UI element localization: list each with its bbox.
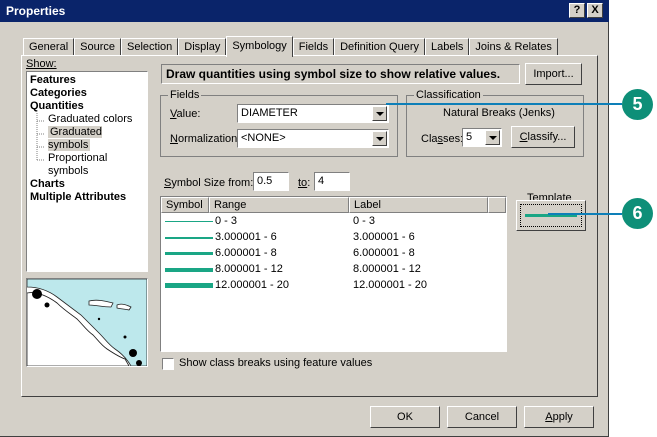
class-breaks-table: Symbol Range Label 0 - 3 0 - 3 3.000001 … <box>160 196 507 352</box>
label-cell: 12.000001 - 20 <box>353 279 428 291</box>
classes-dropdown-text: 5 <box>466 131 473 143</box>
ok-button[interactable]: OK <box>370 406 440 428</box>
tab-source[interactable]: Source <box>74 38 121 56</box>
tree-item-multiple-attributes[interactable]: Multiple Attributes <box>30 191 147 204</box>
tab-fields[interactable]: Fields <box>292 38 335 56</box>
label-cell: 8.000001 - 12 <box>353 263 421 275</box>
symbol-line <box>165 268 213 272</box>
cancel-button[interactable]: Cancel <box>447 406 517 428</box>
label-cell: 3.000001 - 6 <box>353 231 415 243</box>
normalization-dropdown[interactable]: <NONE> <box>237 129 389 148</box>
chevron-down-icon[interactable] <box>372 131 387 146</box>
tree-item-label: Graduated colors <box>48 113 133 125</box>
tab-definition-query[interactable]: Definition Query <box>334 38 425 56</box>
tab-joins-relates[interactable]: Joins & Relates <box>469 38 558 56</box>
tab-strip: General Source Selection Display Symbolo… <box>23 36 558 57</box>
tab-selection[interactable]: Selection <box>121 38 179 56</box>
range-cell: 6.000001 - 8 <box>215 247 277 259</box>
range-cell: 3.000001 - 6 <box>215 231 277 243</box>
tree-item-charts[interactable]: Charts <box>30 178 147 191</box>
column-header-label[interactable]: Label <box>349 197 488 213</box>
tree-item-label: Proportional symbols <box>48 152 108 177</box>
classification-method: Natural Breaks (Jenks) <box>443 107 555 119</box>
symbol-size-from-input[interactable]: 0.5 <box>253 172 289 191</box>
tree-item-proportional-symbols[interactable]: Proportional symbols <box>30 152 147 178</box>
normalization-dropdown-text: <NONE> <box>241 132 286 144</box>
table-row[interactable]: 0 - 3 0 - 3 <box>161 214 506 230</box>
tree-item-label: Graduated symbols <box>48 126 102 151</box>
callout-leader-line <box>386 103 622 105</box>
map-preview-image <box>26 278 148 367</box>
chevron-down-icon[interactable] <box>372 106 387 121</box>
table-row[interactable]: 3.000001 - 6 3.000001 - 6 <box>161 230 506 246</box>
apply-button[interactable]: Apply <box>524 406 594 428</box>
table-row[interactable]: 8.000001 - 12 8.000001 - 12 <box>161 262 506 278</box>
classes-dropdown[interactable]: 5 <box>462 128 502 147</box>
show-class-breaks-checkbox[interactable] <box>162 358 174 370</box>
callout-leader-line <box>548 213 622 215</box>
range-cell: 12.000001 - 20 <box>215 279 290 291</box>
table-row[interactable]: 12.000001 - 20 12.000001 - 20 <box>161 278 506 294</box>
tree-connector-lines <box>36 113 45 161</box>
properties-dialog: Properties ? X General Source Selection … <box>0 0 609 437</box>
tab-symbology[interactable]: Symbology <box>226 36 293 57</box>
show-label: Show: <box>26 58 57 70</box>
focus-rect <box>520 204 582 227</box>
symbol-line <box>165 237 213 239</box>
symbol-size-from-label: Symbol Size from: <box>164 177 254 189</box>
import-button[interactable]: Import... <box>525 63 582 85</box>
symbol-size-to-input[interactable]: 4 <box>314 172 350 191</box>
symbol-size-to-label: to: <box>298 177 311 189</box>
fields-group-title: Fields <box>168 89 202 101</box>
symbol-line <box>165 283 213 288</box>
callout-5: 5 <box>622 89 653 120</box>
help-button[interactable]: ? <box>569 3 585 18</box>
table-row[interactable]: 6.000001 - 8 6.000001 - 8 <box>161 246 506 262</box>
label-cell: 6.000001 - 8 <box>353 247 415 259</box>
range-cell: 8.000001 - 12 <box>215 263 283 275</box>
tree-item-categories[interactable]: Categories <box>30 87 147 100</box>
chevron-down-icon[interactable] <box>485 130 500 145</box>
symbol-line <box>165 221 213 222</box>
classification-group-title: Classification <box>414 89 483 101</box>
classes-label: Classes: <box>421 133 464 145</box>
column-header-symbol[interactable]: Symbol <box>161 197 209 213</box>
symbol-line <box>165 252 213 255</box>
symbology-description: Draw quantities using symbol size to sho… <box>161 64 520 84</box>
tree-item-quantities[interactable]: Quantities <box>30 100 147 113</box>
value-dropdown[interactable]: DIAMETER <box>237 104 389 123</box>
template-symbol-button[interactable] <box>516 200 586 231</box>
show-class-breaks-label: Show class breaks using feature values <box>179 357 373 369</box>
classify-button[interactable]: Classify... <box>511 126 575 148</box>
tab-display[interactable]: Display <box>178 38 227 56</box>
show-tree: Features Categories Quantities Graduated… <box>26 71 148 272</box>
column-header-range[interactable]: Range <box>209 197 349 213</box>
value-label: Value: <box>170 108 201 120</box>
window-title: Properties <box>6 4 66 18</box>
range-cell: 0 - 3 <box>215 215 238 227</box>
label-cell: 0 - 3 <box>353 215 376 227</box>
title-bar: Properties ? X <box>0 0 609 22</box>
tab-labels[interactable]: Labels <box>424 38 470 56</box>
tree-item-features[interactable]: Features <box>30 74 147 87</box>
normalization-label: Normalization: <box>170 133 241 145</box>
tree-item-graduated-symbols[interactable]: Graduated symbols <box>30 126 147 152</box>
close-button[interactable]: X <box>587 3 603 18</box>
column-header-spacer <box>488 197 506 213</box>
tab-general[interactable]: General <box>23 38 75 56</box>
callout-6: 6 <box>622 198 653 229</box>
value-dropdown-text: DIAMETER <box>241 107 298 119</box>
tree-item-graduated-colors[interactable]: Graduated colors <box>30 113 147 126</box>
